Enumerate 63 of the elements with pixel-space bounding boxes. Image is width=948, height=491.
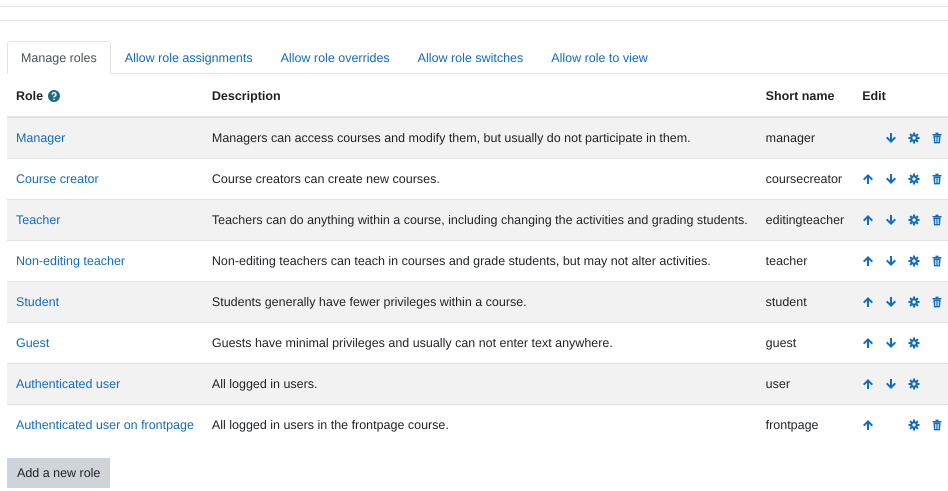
short-name-text: user: [766, 377, 790, 391]
arrow-down-icon[interactable]: [885, 173, 898, 185]
arrow-down-icon[interactable]: [885, 296, 898, 308]
arrow-up-icon[interactable]: [862, 419, 874, 431]
arrow-up-icon[interactable]: [862, 255, 874, 267]
description-text: Managers can access courses and modify them, but usually do not participate in them.: [212, 131, 691, 145]
trash-icon[interactable]: [931, 255, 944, 267]
help-icon[interactable]: [48, 90, 60, 102]
role-link[interactable]: Authenticated user: [16, 377, 120, 391]
column-header: Description: [212, 89, 281, 103]
short-name-text: editingteacher: [766, 213, 844, 227]
description-text: Teachers can do anything within a course, including changing the activities and grading students.: [212, 213, 748, 227]
short-name-text: manager: [766, 131, 816, 145]
arrow-up-icon[interactable]: [862, 296, 874, 308]
role-link[interactable]: Non-editing teacher: [16, 254, 126, 268]
tab[interactable]: Allow role switches: [404, 41, 538, 74]
arrow-up-icon[interactable]: [862, 214, 874, 226]
tab[interactable]: Manage roles: [7, 41, 111, 74]
short-name-text: coursecreator: [766, 172, 842, 186]
role-link[interactable]: Guest: [16, 336, 50, 350]
column-header: Short name: [766, 89, 834, 103]
description-text: Guests have minimal privileges and usually can not enter text anywhere.: [212, 336, 613, 350]
role-link[interactable]: Teacher: [16, 213, 60, 227]
role-link[interactable]: Student: [16, 295, 60, 309]
description-text: Course creators can create new courses.: [212, 172, 440, 186]
tab[interactable]: Allow role assignments: [110, 41, 267, 74]
description-text: Non-editing teachers can teach in courses and grade students, but may not alter activities.: [212, 254, 711, 268]
role-link[interactable]: Authenticated user on frontpage: [16, 418, 194, 432]
settings-icon[interactable]: [908, 214, 920, 226]
role-link[interactable]: Course creator: [16, 172, 99, 186]
settings-icon[interactable]: [908, 255, 920, 267]
column-header: Role: [16, 89, 44, 103]
short-name-text: frontpage: [766, 418, 818, 432]
arrow-down-icon[interactable]: [885, 337, 898, 349]
tab[interactable]: Allow role to view: [537, 41, 662, 74]
arrow-up-icon[interactable]: [862, 173, 874, 185]
role-link[interactable]: Manager: [16, 131, 66, 145]
arrow-down-icon[interactable]: [885, 214, 898, 226]
description-text: All logged in users.: [212, 377, 318, 391]
trash-icon[interactable]: [931, 296, 944, 308]
trash-icon[interactable]: [931, 419, 944, 431]
settings-icon[interactable]: [908, 378, 920, 390]
add-role-button[interactable]: Add a new role: [7, 458, 110, 488]
settings-icon[interactable]: [908, 296, 920, 308]
settings-icon[interactable]: [908, 132, 920, 144]
settings-icon[interactable]: [908, 173, 920, 185]
arrow-down-icon[interactable]: [885, 132, 898, 144]
settings-icon[interactable]: [908, 419, 920, 431]
tab[interactable]: Allow role overrides: [266, 41, 404, 74]
settings-icon[interactable]: [908, 337, 920, 349]
short-name-text: guest: [766, 336, 796, 350]
short-name-text: teacher: [766, 254, 808, 268]
arrow-up-icon[interactable]: [862, 378, 874, 390]
description-text: All logged in users in the frontpage course.: [212, 418, 449, 432]
trash-icon[interactable]: [931, 132, 944, 144]
arrow-up-icon[interactable]: [862, 337, 874, 349]
short-name-text: student: [766, 295, 807, 309]
trash-icon[interactable]: [931, 214, 944, 226]
arrow-down-icon[interactable]: [885, 378, 898, 390]
column-header: Edit: [862, 89, 886, 103]
description-text: Students generally have fewer privileges within a course.: [212, 295, 527, 309]
trash-icon[interactable]: [931, 173, 944, 185]
arrow-down-icon[interactable]: [885, 255, 898, 267]
